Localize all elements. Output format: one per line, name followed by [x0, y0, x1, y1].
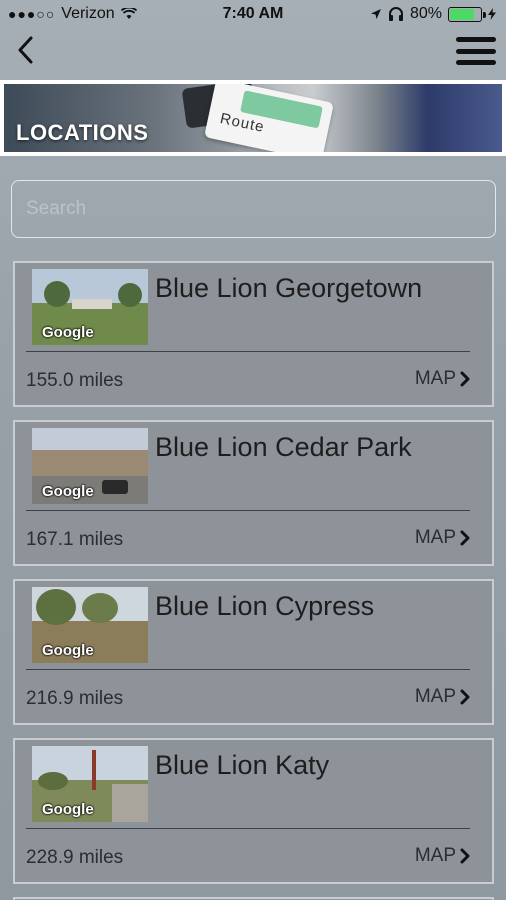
thumb-tree [82, 593, 118, 623]
map-link-label: MAP [414, 845, 456, 866]
thumb-building [72, 299, 112, 309]
location-card[interactable]: Google Blue Lion Georgetown 155.0 miles … [13, 261, 494, 407]
map-link[interactable]: MAP [415, 368, 470, 390]
map-link-label: MAP [414, 527, 456, 548]
location-name: Blue Lion Georgetown [155, 273, 423, 303]
battery-percent: 80% [409, 5, 442, 22]
nav-bar [0, 30, 506, 76]
thumb-building [32, 450, 148, 476]
back-button[interactable] [10, 32, 40, 68]
google-logo: Google [42, 324, 94, 341]
chevron-right-icon [460, 530, 470, 546]
location-card[interactable]: Google Blue Lion Katy 228.9 miles MAP [13, 738, 494, 884]
divider [26, 351, 470, 352]
location-card[interactable]: Google Blue Lion Cypress 216.9 miles MAP [13, 579, 494, 725]
battery-tip [483, 11, 486, 18]
location-distance: 167.1 miles [26, 529, 124, 550]
location-arrow-icon [370, 9, 381, 19]
banner-image: Route LOCATIONS [4, 84, 502, 152]
thumb-road [112, 784, 148, 822]
chevron-right-icon [460, 689, 470, 705]
location-thumbnail: Google [32, 587, 148, 663]
location-name: Blue Lion Katy [155, 750, 330, 780]
location-thumbnail: Google [32, 428, 148, 504]
locations-banner: Route LOCATIONS [0, 80, 506, 156]
map-link-label: MAP [414, 368, 456, 389]
google-logo: Google [42, 801, 94, 818]
google-logo: Google [42, 642, 94, 659]
chevron-right-icon [460, 371, 470, 387]
location-distance: 216.9 miles [26, 688, 124, 709]
map-link-label: MAP [414, 686, 456, 707]
status-bar: ●●●○○ Verizon 7:40 AM 80% [0, 0, 506, 30]
location-name: Blue Lion Cypress [155, 591, 375, 621]
divider [26, 669, 470, 670]
location-name: Blue Lion Cedar Park [155, 432, 412, 462]
chevron-right-icon [460, 848, 470, 864]
hamburger-menu-icon-bar-3 [456, 60, 496, 65]
location-thumbnail: Google [32, 746, 148, 822]
thumb-tree [44, 281, 70, 307]
thumb-tree [118, 283, 142, 307]
hamburger-menu-icon [456, 37, 496, 42]
hamburger-menu-icon-bar-2 [456, 48, 496, 54]
google-logo: Google [42, 483, 94, 500]
banner-route-card: Route [204, 84, 334, 152]
battery-fill [450, 8, 474, 20]
location-distance: 228.9 miles [26, 847, 124, 868]
map-link[interactable]: MAP [415, 686, 470, 708]
divider [26, 828, 470, 829]
location-list: Google Blue Lion Georgetown 155.0 miles … [13, 261, 494, 900]
charging-bolt-icon [488, 8, 496, 20]
battery-icon [448, 6, 486, 22]
location-distance: 155.0 miles [26, 370, 124, 391]
location-thumbnail: Google [32, 269, 148, 345]
location-card[interactable]: Google Blue Lion Cedar Park 167.1 miles … [13, 420, 494, 566]
status-right: 80% [370, 5, 496, 23]
headphones-icon [388, 7, 403, 21]
chevron-left-icon [18, 36, 33, 64]
thumb-tree [38, 772, 68, 790]
divider [26, 510, 470, 511]
page-title: LOCATIONS [16, 120, 149, 145]
thumb-car [102, 480, 128, 494]
map-link[interactable]: MAP [415, 845, 470, 867]
search-input[interactable] [11, 180, 496, 238]
thumb-pole [92, 750, 96, 790]
thumb-tree [36, 589, 76, 625]
map-link[interactable]: MAP [415, 527, 470, 549]
hamburger-menu-button[interactable] [454, 34, 498, 68]
